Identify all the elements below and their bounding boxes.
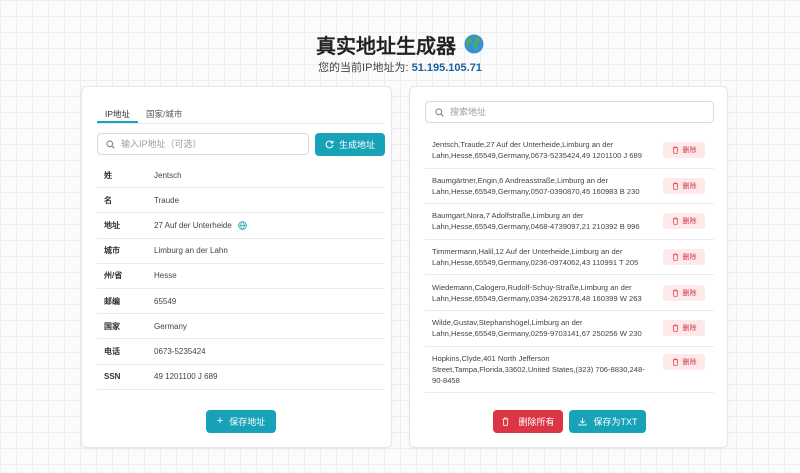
tab-country-city[interactable]: 国家/城市	[138, 105, 190, 123]
delete-label: 删除	[682, 289, 697, 297]
refresh-icon	[325, 140, 334, 149]
field-label: 名	[104, 195, 112, 205]
field-value: Jentsch	[154, 170, 182, 180]
address-details-table: 姓 Jentsch 名 Traude 地址 27 Auf der Unterhe…	[97, 163, 385, 390]
delete-button[interactable]: 删除	[663, 320, 705, 337]
delete-button[interactable]: 删除	[663, 249, 705, 266]
list-item: Baumgärtner,Engin,6 Andreasstraße,Limbur…	[425, 169, 714, 205]
globe-icon	[464, 34, 484, 54]
field-row-last-name: 姓 Jentsch	[97, 163, 385, 189]
plus-icon: +	[216, 415, 224, 427]
saved-address-text: Timmermann,Halil,12 Auf der Unterheide,L…	[432, 247, 639, 268]
trash-icon	[672, 324, 678, 332]
field-row-address: 地址 27 Auf der Unterheide	[97, 213, 385, 239]
delete-label: 删除	[682, 147, 697, 155]
field-value: Traude	[154, 195, 180, 205]
delete-label: 删除	[682, 358, 697, 366]
save-as-txt-label: 保存为TXT	[593, 417, 638, 427]
trash-icon	[672, 358, 678, 366]
delete-button[interactable]: 删除	[663, 213, 705, 230]
field-value: 65549	[154, 296, 177, 306]
list-item: Wiedemann,Calogero,Rudolf-Schuy-Straße,L…	[425, 275, 714, 311]
ip-input[interactable]	[121, 139, 301, 149]
delete-label: 删除	[682, 254, 697, 262]
field-row-ssn: SSN 49 1201100 J 689	[97, 365, 385, 390]
list-item: Jentsch,Traude,27 Auf der Unterheide,Lim…	[425, 133, 714, 169]
save-address-button[interactable]: + 保存地址	[206, 410, 276, 433]
generator-panel: IP地址 国家/城市 生成地址 姓 Jentsch 名 Traude 地址 27…	[81, 86, 392, 448]
page-title-row: 真实地址生成器	[316, 30, 484, 58]
field-value: 27 Auf der Unterheide	[154, 220, 232, 230]
field-value: 0673-5235424	[154, 346, 206, 356]
saved-address-list: Jentsch,Traude,27 Auf der Unterheide,Lim…	[425, 133, 714, 393]
tab-ip-address[interactable]: IP地址	[97, 105, 139, 123]
delete-label: 删除	[682, 182, 697, 190]
list-item: Timmermann,Halil,12 Auf der Unterheide,L…	[425, 240, 714, 276]
list-item: Wilde,Gustav,Stephanshügel,Limburg an de…	[425, 311, 714, 347]
field-label: 城市	[104, 246, 120, 256]
field-label: 州/省	[104, 271, 123, 281]
search-icon	[106, 139, 115, 149]
field-label: 姓	[104, 170, 112, 180]
tab-bar: IP地址 国家/城市	[97, 105, 385, 124]
field-row-zip: 邮编 65549	[97, 289, 385, 315]
saved-address-text: Baumgart,Nora,7 Adolfstraße,Limburg an d…	[432, 211, 640, 232]
page-header: 真实地址生成器 您的当前IP地址为: 51.195.105.71	[0, 30, 800, 75]
field-row-country: 国家 Germany	[97, 314, 385, 340]
address-search-container	[425, 101, 714, 123]
generate-address-label: 生成地址	[338, 140, 375, 150]
field-label: 地址	[104, 220, 120, 230]
saved-address-text: Wilde,Gustav,Stephanshügel,Limburg an de…	[432, 318, 642, 339]
trash-icon	[502, 417, 509, 426]
delete-label: 删除	[682, 218, 697, 226]
page-title: 真实地址生成器	[316, 35, 456, 58]
delete-button[interactable]: 删除	[663, 177, 705, 194]
field-row-state: 州/省 Hesse	[97, 264, 385, 289]
saved-address-text: Jentsch,Traude,27 Auf der Unterheide,Lim…	[432, 140, 642, 161]
saved-address-text: Wiedemann,Calogero,Rudolf-Schuy-Straße,L…	[432, 282, 642, 303]
current-ip-label: 您的当前IP地址为:	[318, 62, 409, 74]
field-row-phone: 电话 0673-5235424	[97, 339, 385, 365]
current-ip-value: 51.195.105.71	[411, 62, 482, 74]
current-ip-line: 您的当前IP地址为: 51.195.105.71	[0, 59, 800, 75]
field-value: Limburg an der Lahn	[154, 246, 228, 256]
address-search-input[interactable]	[450, 107, 700, 117]
field-label: 国家	[104, 321, 120, 331]
delete-label: 删除	[682, 325, 697, 333]
globe-map-icon[interactable]	[238, 221, 247, 230]
trash-icon	[672, 289, 678, 297]
field-row-city: 城市 Limburg an der Lahn	[97, 239, 385, 264]
save-as-txt-button[interactable]: 保存为TXT	[569, 410, 646, 433]
field-value: Hesse	[154, 271, 177, 281]
delete-button[interactable]: 删除	[663, 142, 705, 159]
search-icon	[435, 107, 444, 117]
delete-button[interactable]: 删除	[663, 353, 705, 370]
delete-all-button[interactable]: 删除所有	[493, 410, 563, 433]
field-value: 49 1201100 J 689	[154, 372, 218, 382]
trash-icon	[672, 146, 678, 154]
download-icon	[578, 417, 586, 426]
save-address-label: 保存地址	[229, 417, 266, 427]
trash-icon	[672, 182, 678, 190]
trash-icon	[672, 218, 678, 226]
list-item: Hopkins,Clyde,401 North Jefferson Street…	[425, 347, 714, 393]
saved-addresses-panel: Jentsch,Traude,27 Auf der Unterheide,Lim…	[409, 86, 728, 448]
delete-all-label: 删除所有	[518, 417, 555, 427]
trash-icon	[672, 253, 678, 261]
saved-address-text: Baumgärtner,Engin,6 Andreasstraße,Limbur…	[432, 175, 640, 196]
field-value: Germany	[154, 321, 187, 331]
ip-input-container	[97, 133, 309, 155]
saved-address-text: Hopkins,Clyde,401 North Jefferson Street…	[432, 353, 645, 385]
generate-address-button[interactable]: 生成地址	[315, 133, 385, 156]
delete-button[interactable]: 删除	[663, 284, 705, 301]
field-label: 电话	[104, 346, 120, 356]
field-value-wrap: 27 Auf der Unterheide	[154, 221, 247, 230]
field-label: SSN	[104, 372, 121, 382]
list-item: Baumgart,Nora,7 Adolfstraße,Limburg an d…	[425, 204, 714, 240]
field-label: 邮编	[104, 296, 120, 306]
field-row-first-name: 名 Traude	[97, 188, 385, 214]
